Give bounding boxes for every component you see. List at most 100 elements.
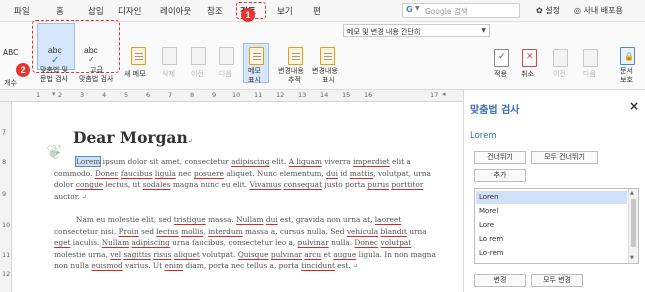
track-changes-label-2[interactable]: 추적 (288, 76, 301, 85)
misspelled-word[interactable]: tincidunt (301, 261, 335, 270)
menu-edit[interactable]: 편 (313, 5, 321, 17)
change-button[interactable]: 변경 (474, 274, 526, 287)
ignore-all-button[interactable]: 모두 건너뛰기 (531, 151, 598, 164)
misspelled-word[interactable]: Proin (119, 227, 139, 236)
misspelled-word[interactable]: laoreet (375, 215, 401, 224)
close-icon[interactable]: × (629, 99, 639, 113)
misspelled-word[interactable]: blandit (381, 227, 407, 236)
protect-label-1[interactable]: 문서 (620, 67, 633, 76)
misspelled-word[interactable]: Nullam (236, 215, 263, 224)
misspelled-word[interactable]: sagittis (123, 250, 150, 259)
misspelled-word[interactable]: enim (164, 261, 183, 270)
show-memo-label-1: 메모 (248, 67, 261, 75)
next-memo-button[interactable]: 다음 (219, 70, 232, 79)
scroll-down-icon[interactable]: ▼ (630, 255, 634, 261)
misspelled-word[interactable]: Donec (95, 169, 119, 178)
misspelled-word[interactable]: A liguam (289, 157, 322, 166)
misspelled-word[interactable]: Donec (354, 238, 378, 247)
next-change-button[interactable]: 다음 (583, 70, 596, 79)
suggestions-list[interactable]: Loren Morel Lore Lo rem Lo-rem ▲ ▼ (474, 188, 639, 264)
misspelled-word[interactable]: tristique (174, 215, 206, 224)
menu-home[interactable]: 홈 (56, 5, 64, 17)
misspelled-word[interactable]: augue (333, 250, 356, 259)
suggestion-item[interactable]: Lo rem (476, 233, 627, 246)
misspelled-word[interactable]: vel (110, 250, 121, 259)
ignore-button[interactable]: 건너뛰기 (474, 151, 526, 164)
menu-insert[interactable]: 삽입 (88, 5, 104, 17)
suggestion-item[interactable]: Loren (476, 191, 627, 204)
accept-button[interactable]: 적용 (494, 70, 507, 79)
change-all-button[interactable]: 모두 변경 (531, 274, 583, 287)
track-changes-label-1[interactable]: 변경내용 (278, 67, 304, 76)
right-indent-marker[interactable]: ◂ (442, 90, 446, 98)
settings-button[interactable]: ✿ 설정 (536, 5, 560, 16)
misspelled-word[interactable]: pulvinar (271, 250, 302, 259)
menu-file[interactable]: 파일 (14, 5, 30, 17)
misspelled-word[interactable]: lectus (156, 227, 178, 236)
text-run: Nam eu molestie elit, sed (76, 215, 174, 224)
scroll-thumb[interactable] (631, 199, 636, 247)
circle-check-icon: ◎ (574, 6, 581, 15)
misspelled-word[interactable]: dui (266, 215, 278, 224)
misspelled-word[interactable]: interdum (208, 227, 243, 236)
suggestion-item[interactable]: Lo-rem (476, 247, 627, 260)
misspelled-word[interactable]: sodales (143, 180, 171, 189)
misspelled-word[interactable]: adipiscing (231, 157, 269, 166)
gear-icon: ✿ (536, 6, 543, 15)
misspelled-word[interactable]: aliquet (174, 250, 200, 259)
suggestion-item[interactable]: Lore (476, 219, 627, 232)
menu-references[interactable]: 참조 (207, 5, 223, 17)
document-title[interactable]: Dear Morgan↵ (73, 128, 193, 147)
misspelled-word[interactable]: ligula (155, 169, 176, 178)
misspelled-word[interactable]: mattis (350, 169, 374, 178)
misspelled-word[interactable]: imperdiet (353, 157, 389, 166)
misspelled-word[interactable]: consequat (284, 180, 322, 189)
ruler-number: 5 (124, 91, 129, 99)
show-changes-label-1[interactable]: 변경내용 (312, 67, 338, 76)
misspelled-word[interactable]: Vivamus (250, 180, 282, 189)
misspelled-word[interactable]: Quisque (238, 250, 269, 259)
misspelled-word[interactable]: vehicula (347, 227, 378, 236)
paragraph-1[interactable]: Lorem ipsum dolor sit amet, consectetur … (54, 156, 444, 203)
misspelled-word[interactable]: faucibus (121, 169, 153, 178)
scroll-up-icon[interactable]: ▲ (630, 190, 634, 196)
misspelled-word[interactable]: Nullam (102, 238, 129, 247)
search-placeholder: Google 검색 (425, 7, 468, 16)
misspelled-word[interactable]: eget (54, 238, 70, 247)
misspelled-word[interactable]: mollis (181, 227, 203, 236)
misspelled-word[interactable]: dui (326, 169, 338, 178)
misspelled-word[interactable]: congue (76, 180, 103, 189)
search-input[interactable]: G ▼ Google 검색 (402, 3, 520, 18)
paragraph-2[interactable]: Nam eu molestie elit, sed tristique mass… (54, 214, 444, 273)
selected-misspelled-word[interactable]: Lorem (74, 156, 102, 167)
show-changes-label-2[interactable]: 표시 (322, 76, 335, 85)
misspelled-word[interactable]: euismod (91, 261, 122, 270)
misspelled-word[interactable]: volutpat (380, 238, 411, 247)
menu-design[interactable]: 디자인 (118, 5, 141, 17)
misspelled-word[interactable]: porttitor (391, 180, 423, 189)
misspelled-word[interactable]: risus (153, 250, 171, 259)
menu-view[interactable]: 보기 (277, 5, 293, 17)
prev-change-button[interactable]: 이전 (553, 70, 566, 79)
misspelled-word[interactable]: arcu (304, 250, 321, 259)
portal-button[interactable]: ◎ 사내 배포용 (574, 5, 623, 16)
horizontal-ruler[interactable]: ▾ 1 2 3 4 5 6 7 8 9 10 11 12 13 14 15 16… (0, 90, 463, 102)
reject-button[interactable]: 취소 (521, 70, 534, 79)
misspelled-word[interactable]: adipiscing (131, 238, 169, 247)
misspelled-word[interactable]: posuere (194, 169, 224, 178)
suggestions-scrollbar[interactable]: ▲ ▼ (628, 189, 638, 263)
word-count-label[interactable]: 개수 (4, 79, 17, 88)
advanced-spell-label-2[interactable]: 맞춤법 검사 (79, 75, 113, 84)
new-memo-button[interactable]: 새 메모 (124, 70, 146, 79)
misspelled-word[interactable]: pulvinar (298, 238, 329, 247)
delete-memo-button[interactable]: 삭제 (162, 70, 175, 79)
suggestion-item[interactable]: Morel (476, 205, 627, 218)
advanced-spell-label-1[interactable]: 고급 (90, 66, 103, 75)
markup-dropdown[interactable]: 메모 및 변경 내용 간단히 ▼ (343, 24, 490, 37)
prev-memo-button[interactable]: 이전 (191, 70, 204, 79)
misspelled-word[interactable]: purus (367, 180, 389, 189)
add-to-dictionary-button[interactable]: 추가 (474, 169, 526, 182)
menu-layout[interactable]: 레이아웃 (160, 5, 191, 17)
protect-label-2[interactable]: 보호 (620, 76, 633, 85)
indent-marker[interactable]: ▾ (52, 90, 56, 98)
